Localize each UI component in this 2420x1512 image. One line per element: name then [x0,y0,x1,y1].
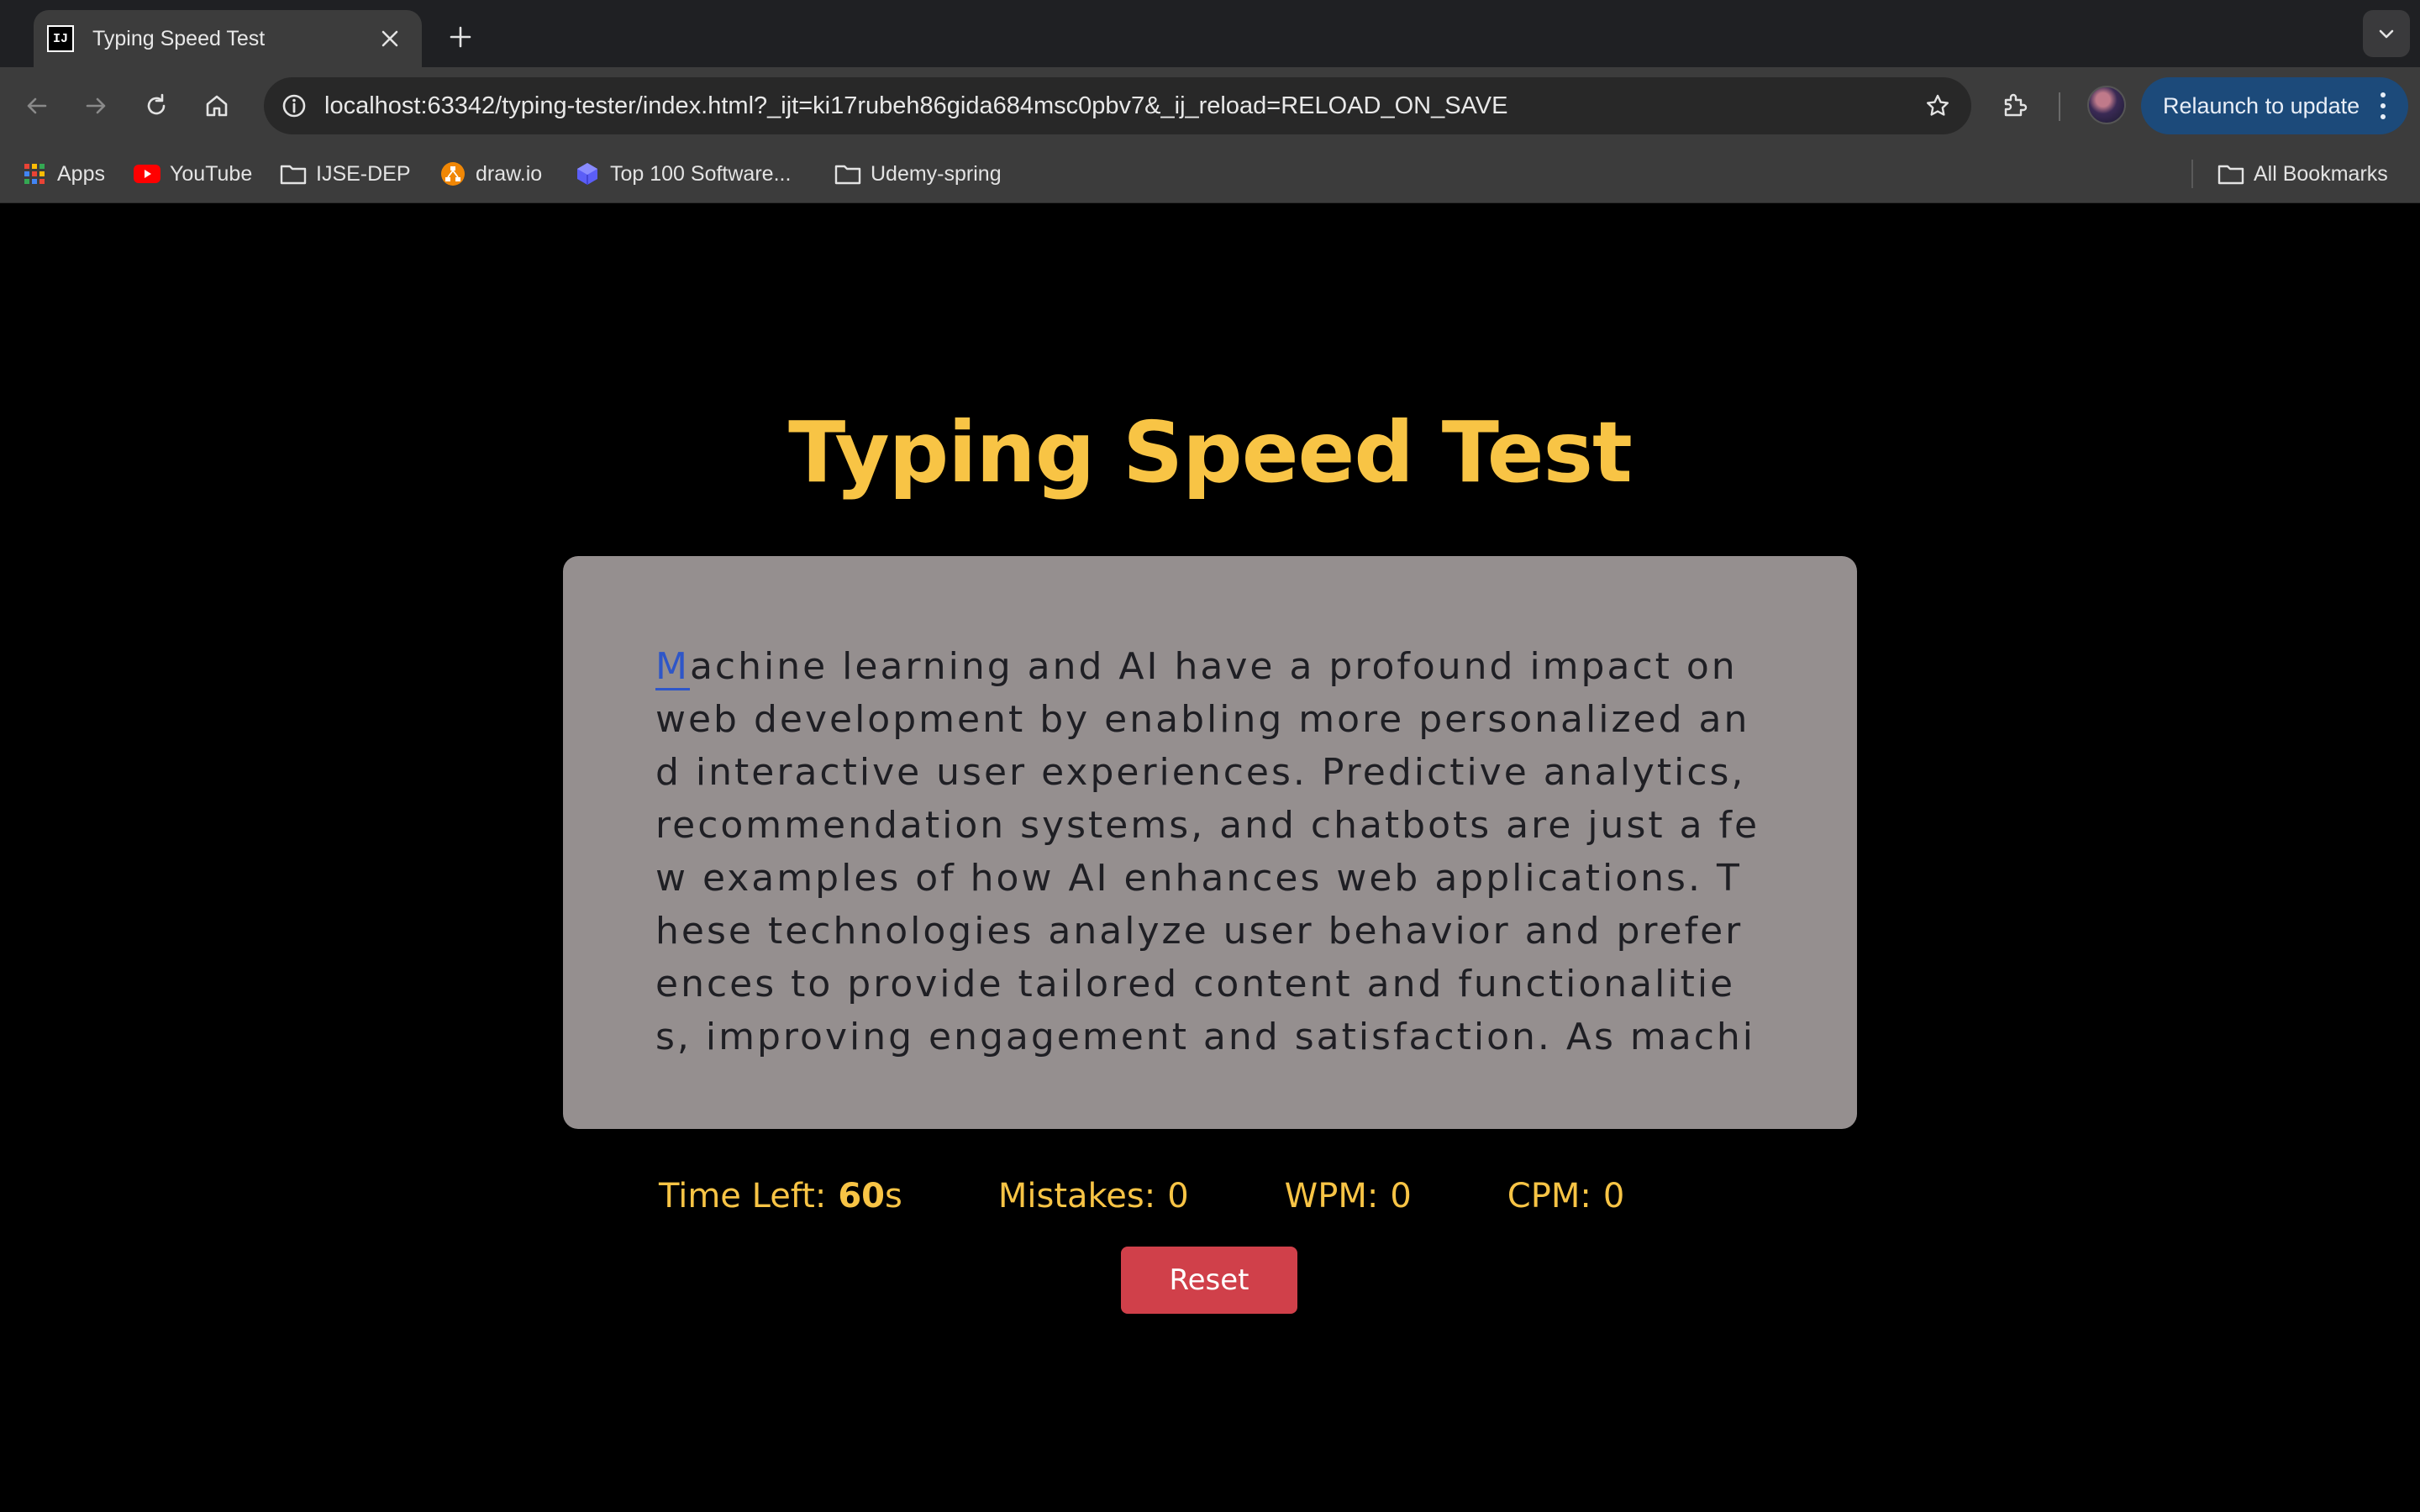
wpm-stat: WPM: 0 [1285,1177,1412,1215]
back-button[interactable] [15,84,59,128]
mistakes-label: Mistakes: [997,1177,1156,1215]
reset-button[interactable]: Reset [1121,1247,1297,1314]
bookmark-youtube[interactable]: YouTube [133,156,252,192]
arrow-right-icon [86,97,106,114]
bookmarks-bar: Apps YouTube IJSE-DEP draw.io Top 100 So… [0,144,2420,203]
bookmark-label: Top 100 Software... [610,161,792,186]
extensions-button[interactable] [1993,84,2037,128]
tab-strip: IJ Typing Speed Test [0,0,2420,67]
chevron-down-icon [2379,29,2394,39]
browser-toolbar: localhost:63342/typing-tester/index.html… [0,67,2420,144]
folder-icon [2217,160,2245,188]
relaunch-button[interactable]: Relaunch to update [2141,77,2408,134]
remaining-text: achine learning and AI have a profound i… [655,645,1760,1058]
wpm-label: WPM: [1284,1177,1379,1215]
close-tab-icon[interactable] [373,22,407,55]
cpm-stat: CPM: 0 [1507,1177,1625,1215]
url-text[interactable]: localhost:63342/typing-tester/index.html… [324,92,1916,120]
cpm-value: 0 [1602,1177,1625,1215]
browser-tab[interactable]: IJ Typing Speed Test [34,10,422,67]
bookmark-label: Apps [57,161,105,186]
page-content: Typing Speed Test Machine learning and A… [0,203,2420,1512]
mistakes-stat: Mistakes: 0 [998,1177,1189,1215]
all-bookmarks[interactable]: All Bookmarks [2217,156,2388,192]
reload-icon [147,93,166,115]
folder-icon [279,160,308,188]
relaunch-label: Relaunch to update [2163,92,2360,118]
wpm-value: 0 [1390,1177,1412,1215]
bookmark-label: IJSE-DEP [316,161,411,186]
current-character: M [655,645,690,690]
youtube-icon [133,160,161,188]
bookmark-drawio[interactable]: draw.io [439,156,542,192]
bookmark-label: YouTube [170,161,253,186]
profile-avatar[interactable] [2087,86,2126,124]
typing-text-box[interactable]: Machine learning and AI have a profound … [563,556,1857,1129]
drawio-icon [439,160,467,188]
home-button[interactable] [195,84,239,128]
tab-title: Typing Speed Test [92,26,266,50]
home-icon [206,95,228,117]
address-bar[interactable]: localhost:63342/typing-tester/index.html… [264,77,1971,134]
cube-icon [573,160,602,188]
toolbar-divider [2059,92,2060,121]
apps-grid-icon [20,160,49,188]
arrow-left-icon [27,97,47,114]
site-info-icon[interactable] [276,87,313,124]
time-left-stat: Time Left: 60s [659,1177,902,1215]
puzzle-icon [2004,93,2028,117]
new-tab-button[interactable] [437,13,484,60]
bookmark-top-100-software[interactable]: Top 100 Software... [573,156,791,192]
reload-button[interactable] [134,84,178,128]
all-bookmarks-label: All Bookmarks [2254,161,2388,186]
mistakes-value: 0 [1167,1177,1189,1215]
bookmark-udemy-spring[interactable]: Udemy-spring [834,156,1002,192]
stats-bar: Time Left: 60s Mistakes: 0 WPM: 0 CPM: 0 [659,1171,1720,1221]
page-title: Typing Speed Test [788,403,1633,501]
intellij-favicon-icon: IJ [47,25,74,52]
bookmark-apps[interactable]: Apps [20,156,105,192]
time-left-label: Time Left: [659,1177,827,1215]
bookmark-ijse-dep[interactable]: IJSE-DEP [279,156,411,192]
more-menu-icon[interactable] [2375,89,2391,123]
forward-button[interactable] [74,84,118,128]
cpm-label: CPM: [1507,1177,1591,1215]
time-left-value: 60s [838,1177,902,1215]
bookmark-label: draw.io [476,161,543,186]
bookmark-label: Udemy-spring [871,161,1002,186]
tab-search-button[interactable] [2363,10,2410,57]
typing-paragraph: Machine learning and AI have a profound … [655,640,1765,1063]
bookmarks-divider [2191,160,2193,188]
bookmark-star-icon[interactable] [1916,84,1960,128]
folder-icon [834,160,862,188]
